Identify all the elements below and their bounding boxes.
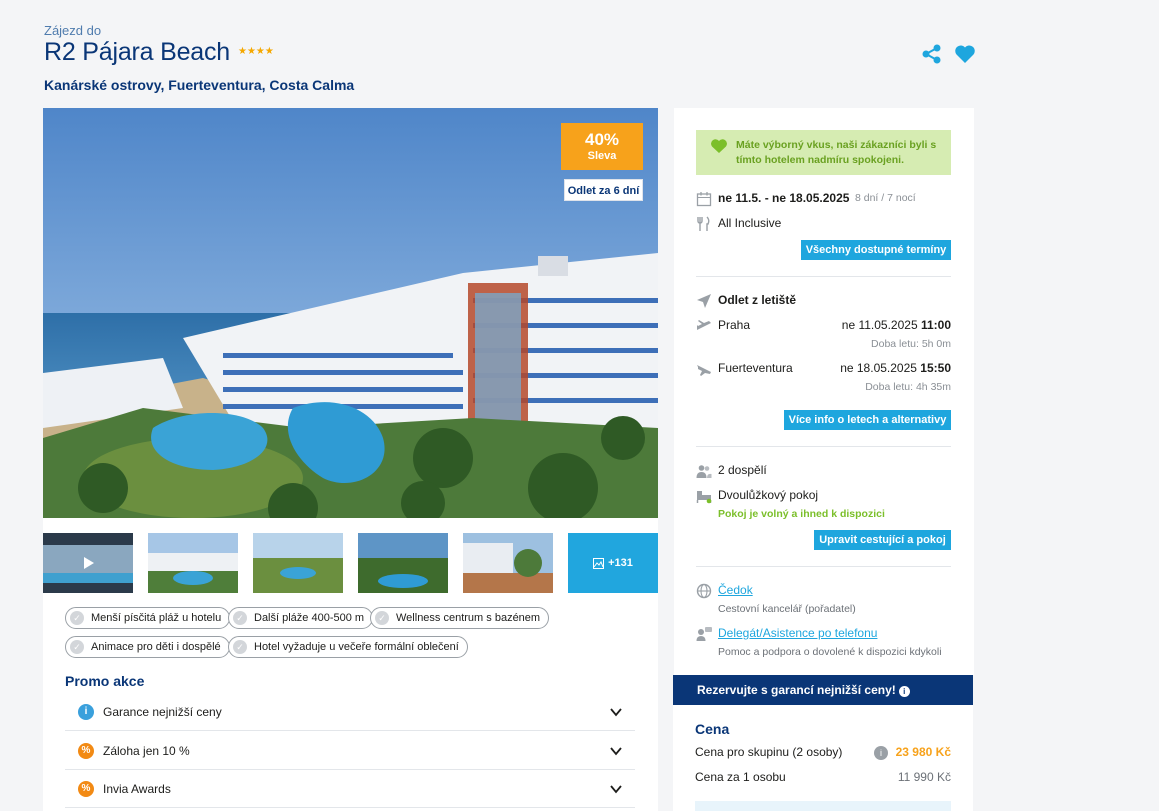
percent-icon: % xyxy=(78,780,94,797)
agency-description: Cestovní kancelář (pořadatel) xyxy=(718,603,856,615)
info-icon: i xyxy=(78,703,94,720)
navigation-arrow-icon xyxy=(697,294,711,308)
page-subtitle: Zájezd do xyxy=(44,23,102,38)
plane-landing-icon xyxy=(697,365,711,376)
heart-icon xyxy=(711,139,727,153)
bed-icon xyxy=(696,491,712,504)
room-row: Dvoulůžkový pokoj Pokoj je volný a ihned… xyxy=(696,487,951,523)
discount-badge: 40% Sleva xyxy=(561,123,643,170)
check-icon: ✓ xyxy=(233,611,247,625)
board-row: All Inclusive xyxy=(696,215,951,233)
outbound-flight: Praha ne 11.05.2025 11:00 Doba letu: 5h … xyxy=(696,317,951,353)
promo-title: Promo akce xyxy=(65,673,145,689)
check-icon: ✓ xyxy=(233,640,247,654)
more-photos-button[interactable]: +131 xyxy=(568,533,658,593)
chevron-down-icon xyxy=(610,707,622,716)
check-icon: ✓ xyxy=(375,611,389,625)
hotel-title: R2 Pájara Beach xyxy=(44,38,231,66)
feature-tag: ✓ Animace pro děti i dospělé xyxy=(65,636,230,658)
agency-row: Čedok Cestovní kancelář (pořadatel) xyxy=(696,582,951,618)
heart-icon[interactable] xyxy=(954,44,976,64)
info-icon[interactable]: i xyxy=(898,686,910,697)
departure-airport-row: Odlet z letiště xyxy=(696,292,951,310)
share-icon[interactable] xyxy=(921,43,943,65)
percent-icon: % xyxy=(78,742,94,759)
feature-tag: ✓ Menší písčitá pláž u hotelu xyxy=(65,607,231,629)
thumbnail-photo[interactable] xyxy=(148,533,238,593)
chevron-down-icon xyxy=(610,746,622,755)
travelers-count: 2 dospělí xyxy=(718,463,767,477)
board-type: All Inclusive xyxy=(718,216,782,230)
dates-row: ne 11.5. - ne 18.05.2025 8 dní / 7 nocí xyxy=(696,190,951,208)
chevron-down-icon xyxy=(610,784,622,793)
price-title: Cena xyxy=(695,721,730,737)
discount-percent: 40% xyxy=(584,130,620,149)
check-icon: ✓ xyxy=(70,611,84,625)
promo-item[interactable]: % Invia Awards xyxy=(65,770,635,808)
price-card: Cena Cena pro skupinu (2 osoby) i 23 980… xyxy=(673,705,973,811)
support-agent-icon xyxy=(696,627,712,641)
hotel-location: Kanárské ostrovy, Fuerteventura, Costa C… xyxy=(44,77,355,93)
info-icon[interactable]: i xyxy=(874,746,888,760)
promo-item[interactable]: % Záloha jen 10 % xyxy=(65,732,635,770)
return-flight: Fuerteventura ne 18.05.2025 15:50 Doba l… xyxy=(696,360,951,396)
calendar-icon xyxy=(696,192,712,207)
discount-label: Sleva xyxy=(587,150,617,162)
divider xyxy=(696,446,951,447)
departure-badge: Odlet za 6 dní xyxy=(564,179,643,201)
hero-image[interactable]: 40% Sleva Odlet za 6 dní xyxy=(43,108,658,518)
support-description: Pomoc a podpora o dovolené k dispozici k… xyxy=(718,646,942,658)
thumbnail-photo[interactable] xyxy=(463,533,553,593)
group-price: 23 980 Kč xyxy=(895,745,951,759)
feature-tag: ✓ Hotel vyžaduje u večeře formální obleče… xyxy=(228,636,468,658)
globe-icon xyxy=(696,583,712,599)
satisfaction-note: Máte výborný vkus, naši zákazníci byli s… xyxy=(696,130,951,175)
thumbnail-strip: +131 xyxy=(43,533,658,593)
booking-card: Máte výborný vkus, naši zákazníci byli s… xyxy=(674,108,974,675)
more-photos-count: +131 xyxy=(608,557,633,569)
room-type: Dvoulůžkový pokoj xyxy=(718,488,819,502)
room-status: Pokoj je volný a ihned k dispozici xyxy=(718,508,885,520)
support-link[interactable]: Delegát/Asistence po telefonu xyxy=(718,626,877,640)
flight-info-button[interactable]: Více info o letech a alternativy xyxy=(784,410,951,430)
travel-duration: 8 dní / 7 nocí xyxy=(855,192,916,204)
edit-travelers-button[interactable]: Upravit cestující a pokoj xyxy=(814,530,951,550)
hotel-stars: ★★★★ xyxy=(238,46,274,57)
agency-link[interactable]: Čedok xyxy=(718,583,753,597)
plane-takeoff-icon xyxy=(697,320,711,330)
divider xyxy=(696,566,951,567)
travelers-row: 2 dospělí xyxy=(696,462,951,480)
group-price-row: Cena pro skupinu (2 osoby) i 23 980 Kč xyxy=(695,745,951,760)
support-row: Delegát/Asistence po telefonu Pomoc a po… xyxy=(696,625,951,661)
thumbnail-video[interactable] xyxy=(43,533,133,593)
feature-tag: ✓ Wellness centrum s bazénem xyxy=(370,607,550,629)
cutlery-icon xyxy=(697,216,710,231)
feature-tag: ✓ Další pláže 400-500 m xyxy=(228,607,374,629)
travel-dates: ne 11.5. - ne 18.05.2025 xyxy=(718,191,850,205)
thumbnail-photo[interactable] xyxy=(253,533,343,593)
promo-item[interactable]: i Garance nejnižší ceny xyxy=(65,693,635,731)
check-icon: ✓ xyxy=(70,640,84,654)
price-guarantee-banner: Rezervujte s garancí nejnižší ceny! i xyxy=(673,675,973,705)
gallery-icon xyxy=(593,557,605,569)
all-dates-button[interactable]: Všechny dostupné termíny xyxy=(801,240,951,260)
person-price: 11 990 Kč xyxy=(897,770,951,784)
people-icon xyxy=(696,465,712,478)
thumbnail-photo[interactable] xyxy=(358,533,448,593)
price-strip xyxy=(695,801,951,811)
hotel-gallery-card: 40% Sleva Odlet za 6 dní +131 ✓ Menší pís… xyxy=(43,108,658,811)
divider xyxy=(696,276,951,277)
person-price-row: Cena za 1 osobu 11 990 Kč xyxy=(695,770,951,784)
